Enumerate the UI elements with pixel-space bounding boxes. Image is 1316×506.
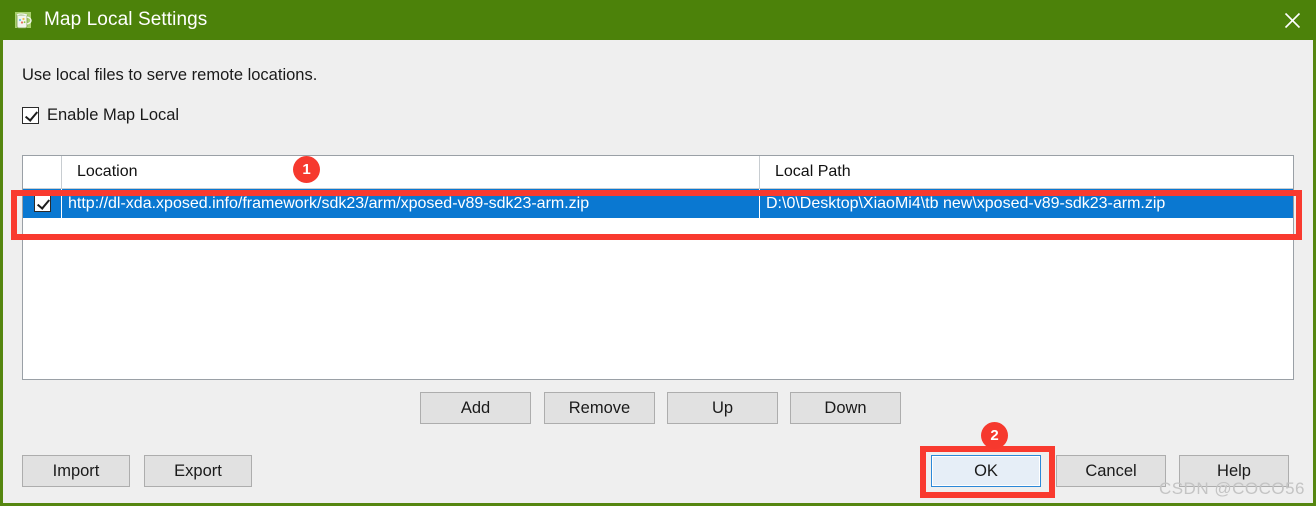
row-local-path-cell[interactable]: D:\0\Desktop\XiaoMi4\tb new\xposed-v89-s… — [760, 189, 1293, 218]
import-button[interactable]: Import — [22, 455, 130, 487]
map-local-table: Location Local Path http://dl-xda.xposed… — [22, 155, 1294, 380]
table-row[interactable]: http://dl-xda.xposed.info/framework/sdk2… — [23, 189, 1293, 218]
enable-map-local-checkbox[interactable] — [22, 107, 39, 124]
row-location-cell[interactable]: http://dl-xda.xposed.info/framework/sdk2… — [62, 189, 760, 218]
column-header-location[interactable]: Location — [62, 156, 760, 188]
ok-button[interactable]: OK — [931, 455, 1041, 487]
watermark: CSDN @COCO56 — [1158, 479, 1305, 498]
column-header-checkbox[interactable] — [23, 156, 62, 188]
dialog-description: Use local files to serve remote location… — [22, 66, 318, 84]
enable-map-local-row[interactable]: Enable Map Local — [22, 106, 179, 125]
table-header-row: Location Local Path — [23, 156, 1293, 189]
annotation-badge-2: 2 — [981, 422, 1008, 449]
burp-jug-icon — [11, 8, 35, 32]
row-enabled-checkbox[interactable] — [33, 195, 51, 212]
map-local-settings-dialog: Map Local Settings Use local files to se… — [0, 0, 1316, 506]
cancel-button[interactable]: Cancel — [1056, 455, 1166, 487]
add-button[interactable]: Add — [420, 392, 531, 424]
close-icon[interactable] — [1268, 0, 1316, 40]
enable-map-local-label: Enable Map Local — [47, 106, 180, 124]
window-title: Map Local Settings — [44, 9, 208, 30]
annotation-badge-1: 1 — [293, 156, 320, 183]
dialog-body: Use local files to serve remote location… — [3, 40, 1313, 503]
export-button[interactable]: Export — [144, 455, 252, 487]
up-button[interactable]: Up — [667, 392, 778, 424]
title-bar: Map Local Settings — [0, 0, 1316, 40]
column-header-local-path[interactable]: Local Path — [760, 156, 1293, 188]
row-enabled-cell[interactable] — [23, 189, 62, 218]
down-button[interactable]: Down — [790, 392, 901, 424]
remove-button[interactable]: Remove — [544, 392, 655, 424]
